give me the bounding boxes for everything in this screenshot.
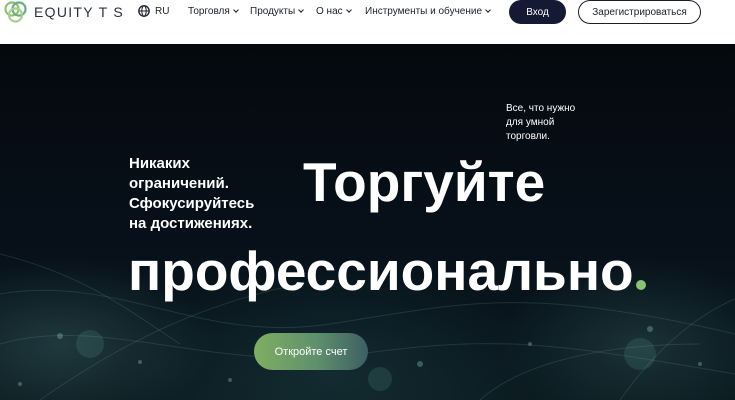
subheading-line: ограничений. — [129, 175, 229, 192]
interlocking-rings-logo-icon — [4, 1, 27, 23]
tagline-line: для умной — [506, 117, 555, 128]
subheading-line: на достижениях. — [129, 215, 253, 232]
hero-subheading: Никаких ограничений. Сфокусируйтесь на д… — [129, 154, 254, 234]
nav-item-label: О нас — [316, 6, 343, 17]
chevron-down-icon — [232, 7, 239, 13]
accent-dot — [635, 280, 646, 290]
nav-item-products[interactable]: Продукты — [250, 6, 305, 17]
nav-item-about[interactable]: О нас — [316, 6, 352, 17]
nav-item-label: Инструменты и обучение — [365, 6, 483, 17]
nav-item-trading[interactable]: Торговля — [188, 6, 239, 17]
nav-item-label: Торговля — [188, 6, 230, 17]
brand-logo[interactable]: EQUITY T S — [3, 0, 124, 24]
tagline-line: торговли. — [506, 131, 550, 142]
hero-tagline: Все, что нужно для умной торговли. — [506, 102, 575, 144]
nav-item-label: Продукты — [250, 6, 296, 17]
login-button[interactable]: Вход — [509, 0, 566, 24]
tagline-line: Все, что нужно — [506, 103, 576, 114]
nav-item-tools-education[interactable]: Инструменты и обучение — [365, 6, 491, 17]
hero-title-line-2: профессионально — [128, 240, 646, 302]
open-account-button[interactable]: Откройте счет — [254, 333, 368, 370]
register-button[interactable]: Зарегистрироваться — [578, 0, 701, 24]
subheading-line: Никаких — [129, 155, 190, 172]
site-header: EQUITY T S RU Торговля Продукты О нас Ин… — [0, 0, 735, 44]
globe-icon — [138, 5, 150, 17]
language-label: RU — [155, 5, 170, 17]
hero-title-text: профессионально — [128, 240, 634, 302]
chevron-down-icon — [485, 7, 491, 13]
subheading-line: Сфокусируйтесь — [129, 195, 255, 212]
brand-name: EQUITY T S — [34, 4, 125, 20]
chevron-down-icon — [298, 7, 305, 13]
language-selector[interactable]: RU — [138, 5, 169, 17]
hero-section: Все, что нужно для умной торговли. Никак… — [0, 44, 735, 400]
chevron-down-icon — [345, 7, 352, 13]
hero-title-line-1: Торгуйте — [303, 151, 546, 213]
